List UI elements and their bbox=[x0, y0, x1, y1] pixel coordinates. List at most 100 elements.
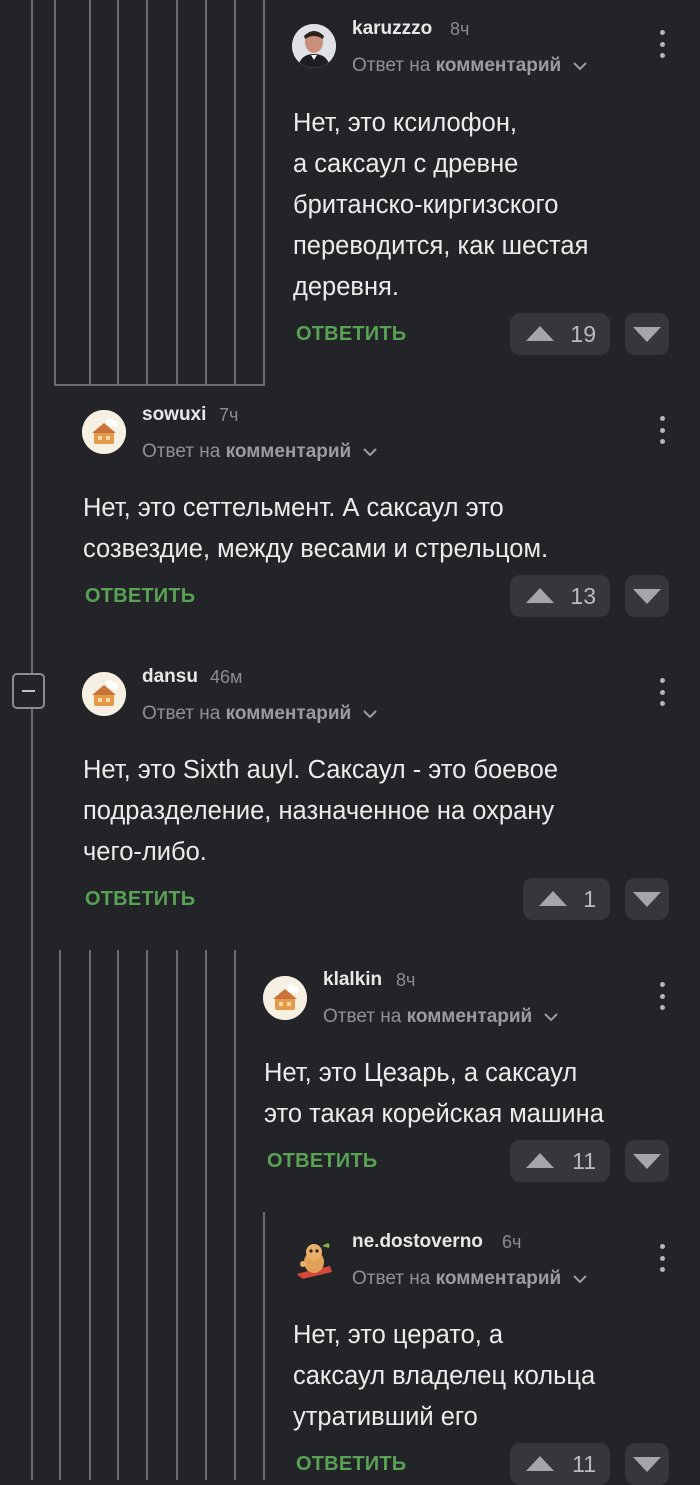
thread-line bbox=[89, 950, 91, 1480]
reply-to-link[interactable]: Ответ на комментарий bbox=[352, 55, 587, 77]
thread-line bbox=[146, 950, 148, 1480]
arrow-up-icon bbox=[526, 588, 554, 603]
comment-text-line: чего-либо. bbox=[83, 838, 207, 866]
user-photo-avatar-icon bbox=[292, 24, 336, 68]
comment-time: 7ч bbox=[219, 405, 239, 425]
vote-count: 19 bbox=[570, 320, 596, 347]
comment-text-line: Нет, это сеттельмент. А саксаул это bbox=[83, 494, 504, 522]
avatar[interactable] bbox=[292, 24, 336, 68]
thread-line bbox=[59, 950, 61, 1480]
downvote-button[interactable] bbox=[625, 313, 669, 355]
arrow-down-icon bbox=[633, 1457, 661, 1472]
comment-text: Нет, это ксилофон, а саксаул с древне бр… bbox=[293, 103, 588, 308]
reply-to-prefix: Ответ на bbox=[142, 441, 221, 462]
comment-text: Нет, это сеттельмент. А саксаул это созв… bbox=[83, 488, 548, 570]
username[interactable]: ne.dostoverno bbox=[352, 1231, 483, 1253]
thread-line bbox=[176, 0, 178, 384]
more-options-icon[interactable] bbox=[657, 982, 667, 1010]
upvote-button[interactable]: 11 bbox=[510, 1443, 610, 1485]
username[interactable]: klalkin bbox=[323, 969, 382, 991]
avatar[interactable] bbox=[263, 976, 307, 1020]
thread-divider bbox=[54, 384, 265, 386]
comment-text-line: подразделение, назначенное на охрану bbox=[83, 797, 555, 825]
comment-time: 8ч bbox=[450, 19, 470, 39]
arrow-up-icon bbox=[526, 1456, 554, 1471]
more-options-icon[interactable] bbox=[657, 30, 667, 58]
upvote-button[interactable]: 11 bbox=[510, 1140, 610, 1182]
upvote-button[interactable]: 13 bbox=[510, 575, 610, 617]
default-cat-avatar-icon bbox=[82, 410, 126, 454]
vote-count: 1 bbox=[583, 885, 596, 912]
reply-to-target: комментарий bbox=[406, 1006, 533, 1027]
thread-line bbox=[54, 0, 56, 386]
reply-to-prefix: Ответ на bbox=[352, 55, 431, 76]
arrow-down-icon bbox=[633, 892, 661, 907]
collapse-thread-button[interactable] bbox=[12, 673, 45, 709]
thread-line bbox=[234, 0, 236, 384]
reply-button[interactable]: ОТВЕТИТЬ bbox=[296, 323, 406, 346]
reply-to-target: комментарий bbox=[435, 55, 562, 76]
comment-text: Нет, это церато, а саксаул владелец коль… bbox=[293, 1315, 595, 1438]
thread-line bbox=[117, 950, 119, 1480]
upvote-button[interactable]: 1 bbox=[523, 878, 610, 920]
reply-button[interactable]: ОТВЕТИТЬ bbox=[296, 1453, 406, 1476]
reply-to-target: комментарий bbox=[435, 1268, 562, 1289]
comment-text: Нет, это Цезарь, а саксаул это такая кор… bbox=[264, 1053, 604, 1135]
downvote-button[interactable] bbox=[625, 1443, 669, 1485]
default-cat-avatar-icon bbox=[263, 976, 307, 1020]
reply-to-target: комментарий bbox=[225, 703, 352, 724]
reply-to-link[interactable]: Ответ на комментарий bbox=[323, 1006, 558, 1028]
chevron-down-icon bbox=[572, 1268, 587, 1290]
chevron-down-icon bbox=[362, 703, 377, 725]
username[interactable]: dansu bbox=[142, 666, 198, 688]
reply-to-link[interactable]: Ответ на комментарий bbox=[142, 703, 377, 725]
comment-text-line: созвездие, между весами и стрельцом. bbox=[83, 535, 549, 563]
thread-line bbox=[205, 950, 207, 1480]
reply-button[interactable]: ОТВЕТИТЬ bbox=[85, 888, 195, 911]
arrow-up-icon bbox=[526, 1153, 554, 1168]
comment-time: 46м bbox=[210, 667, 243, 687]
username[interactable]: karuzzzo bbox=[352, 18, 432, 40]
arrow-down-icon bbox=[633, 1154, 661, 1169]
downvote-button[interactable] bbox=[625, 878, 669, 920]
comment-text-line: саксаул владелец кольца bbox=[293, 1362, 596, 1390]
avatar[interactable] bbox=[82, 672, 126, 716]
arrow-down-icon bbox=[633, 327, 661, 342]
comment-text-line: Нет, это ксилофон, bbox=[293, 109, 517, 137]
vote-count: 13 bbox=[570, 582, 596, 609]
reply-to-link[interactable]: Ответ на комментарий bbox=[142, 441, 377, 463]
reply-to-target: комментарий bbox=[225, 441, 352, 462]
more-options-icon[interactable] bbox=[657, 678, 667, 706]
upvote-button[interactable]: 19 bbox=[510, 313, 610, 355]
comment-text-line: утративший его bbox=[293, 1403, 478, 1431]
reply-to-prefix: Ответ на bbox=[142, 703, 221, 724]
comment-text-line: переводится, как шестая bbox=[293, 232, 589, 260]
comment-text-line: Нет, это Sixth auyl. Саксаул - это боево… bbox=[83, 756, 559, 784]
avatar[interactable] bbox=[292, 1238, 336, 1282]
vote-count: 11 bbox=[572, 1450, 596, 1477]
thread-line bbox=[146, 0, 148, 384]
arrow-up-icon bbox=[539, 891, 567, 906]
downvote-button[interactable] bbox=[625, 1140, 669, 1182]
thread-line bbox=[31, 0, 33, 382]
reply-to-prefix: Ответ на bbox=[352, 1268, 431, 1289]
thread-line bbox=[263, 1212, 265, 1480]
arrow-up-icon bbox=[526, 326, 554, 341]
comment-text-line: деревня. bbox=[293, 273, 399, 301]
more-options-icon[interactable] bbox=[657, 416, 667, 444]
reply-to-link[interactable]: Ответ на комментарий bbox=[352, 1268, 587, 1290]
comment-text-line: это такая корейская машина bbox=[264, 1100, 604, 1128]
more-options-icon[interactable] bbox=[657, 1244, 667, 1272]
username[interactable]: sowuxi bbox=[142, 404, 206, 426]
chevron-down-icon bbox=[572, 55, 587, 77]
arrow-down-icon bbox=[633, 589, 661, 604]
thread-line bbox=[117, 0, 119, 384]
downvote-button[interactable] bbox=[625, 575, 669, 617]
reply-button[interactable]: ОТВЕТИТЬ bbox=[267, 1150, 377, 1173]
cartoon-character-avatar-icon bbox=[292, 1238, 336, 1282]
reply-button[interactable]: ОТВЕТИТЬ bbox=[85, 585, 195, 608]
comment-time: 8ч bbox=[396, 970, 416, 990]
thread-line bbox=[234, 950, 236, 1480]
avatar[interactable] bbox=[82, 410, 126, 454]
comment-text-line: Нет, это Цезарь, а саксаул bbox=[264, 1059, 578, 1087]
